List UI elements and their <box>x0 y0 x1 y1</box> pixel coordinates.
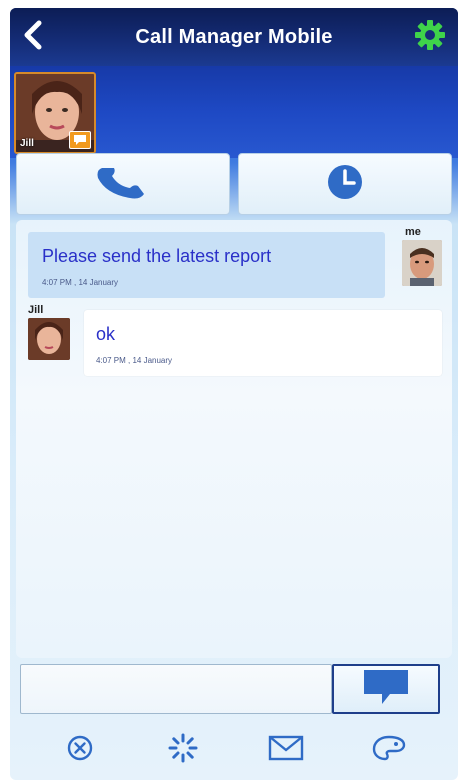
close-circle-icon <box>66 734 94 767</box>
app-frame: Call Manager Mobile Jill Please send the… <box>10 8 458 780</box>
settings-button[interactable] <box>412 19 448 55</box>
compose-row <box>16 660 452 718</box>
sender-label-jill: Jill <box>28 304 44 316</box>
call-button[interactable] <box>16 153 230 215</box>
bottom-toolbar <box>10 720 458 780</box>
my-avatar <box>402 240 442 286</box>
mail-icon <box>268 735 304 766</box>
message-text: ok <box>96 324 116 344</box>
theme-button[interactable] <box>361 727 417 773</box>
chevron-left-icon <box>22 20 44 55</box>
message-timestamp: 4:07 PM , 14 January <box>96 356 173 365</box>
message-incoming: ok 4:07 PM , 14 January <box>84 310 442 376</box>
chat-panel[interactable]: Please send the latest report 4:07 PM , … <box>16 220 452 658</box>
palette-icon <box>372 734 406 767</box>
loading-button[interactable] <box>155 727 211 773</box>
speech-bubble-icon <box>362 668 410 711</box>
message-input[interactable] <box>20 664 332 714</box>
sender-label-me: me <box>405 226 421 238</box>
send-button[interactable] <box>332 664 440 714</box>
loading-spinner-icon <box>167 732 199 769</box>
message-text: Please send the latest report <box>42 246 272 266</box>
chat-bubble-icon <box>69 131 91 149</box>
cancel-button[interactable] <box>52 727 108 773</box>
contact-name: Jill <box>20 138 34 149</box>
history-button[interactable] <box>238 153 452 215</box>
action-row <box>16 153 452 215</box>
phone-icon <box>92 162 154 207</box>
contact-avatar[interactable]: Jill <box>14 72 96 154</box>
contact-header: Jill <box>10 66 458 158</box>
gear-icon <box>414 19 446 56</box>
email-button[interactable] <box>258 727 314 773</box>
message-timestamp: 4:07 PM , 14 January <box>42 278 119 287</box>
jill-avatar <box>28 318 70 360</box>
header-bar: Call Manager Mobile <box>10 8 458 66</box>
message-outgoing: Please send the latest report 4:07 PM , … <box>28 232 385 298</box>
page-title: Call Manager Mobile <box>135 25 333 48</box>
back-button[interactable] <box>18 19 48 55</box>
clock-icon <box>325 162 365 207</box>
